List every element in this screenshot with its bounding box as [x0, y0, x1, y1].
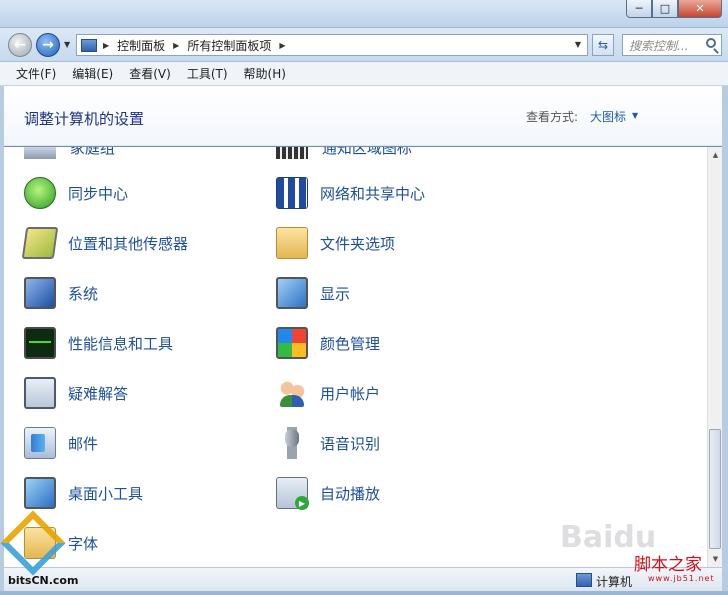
item-sync-center[interactable]: 同步中心 — [24, 175, 128, 211]
item-label: 性能信息和工具 — [68, 334, 174, 353]
item-label: 字体 — [68, 534, 99, 553]
refresh-button[interactable]: ⇆ — [592, 34, 614, 56]
performance-icon — [24, 327, 56, 359]
autoplay-icon — [276, 477, 309, 510]
breadcrumb-control-panel[interactable]: 控制面板 — [117, 37, 165, 54]
window-controls: ─ □ ✕ — [626, 0, 722, 18]
caret-down-icon[interactable]: ▼ — [632, 111, 638, 120]
window-frame-bottom — [0, 591, 728, 595]
item-label: 自动播放 — [320, 484, 381, 503]
item-display[interactable]: 显示 — [276, 275, 350, 311]
microphone-icon — [276, 427, 308, 459]
item-label: 文件夹选项 — [320, 234, 396, 253]
item-label: 系统 — [68, 284, 99, 303]
item-mail[interactable]: 邮件 — [24, 425, 98, 461]
item-label: 显示 — [320, 284, 351, 303]
item-label: 位置和其他传感器 — [68, 234, 189, 253]
item-autoplay[interactable]: 自动播放 — [276, 475, 380, 511]
item-speech-recognition[interactable]: 语音识别 — [276, 425, 380, 461]
forward-button[interactable]: → — [36, 33, 60, 57]
arrow-right-icon: → — [42, 37, 54, 53]
item-network-sharing[interactable]: 网络和共享中心 — [276, 175, 425, 211]
status-bar: 计算机 — [4, 567, 722, 591]
watermark-bitscn: bitsCN.com — [8, 574, 79, 587]
item-homegroup[interactable]: 家庭组 — [24, 147, 115, 159]
network-sharing-icon — [276, 177, 308, 209]
menu-file[interactable]: 文件(F) — [8, 65, 64, 82]
item-label: 桌面小工具 — [68, 484, 144, 503]
color-management-icon — [276, 327, 308, 359]
search-icon[interactable] — [706, 38, 716, 48]
content-header: 调整计算机的设置 查看方式: 大图标 ▼ — [4, 86, 722, 146]
control-panel-items: 家庭组 通知区域图标 同步中心 位置和其他传感器 系统 性能信息和工具 疑难解答… — [4, 147, 707, 567]
view-by-label: 查看方式: — [526, 110, 579, 124]
menu-edit[interactable]: 编辑(E) — [64, 65, 121, 82]
recent-pages-dropdown[interactable]: ▼ — [64, 40, 70, 49]
desktop-gadgets-icon — [24, 477, 56, 509]
watermark-jb51-site: www.jb51.net — [648, 574, 715, 583]
item-label: 网络和共享中心 — [320, 184, 426, 203]
item-desktop-gadgets[interactable]: 桌面小工具 — [24, 475, 143, 511]
sync-center-icon — [24, 177, 56, 209]
menu-tools[interactable]: 工具(T) — [179, 65, 236, 82]
menu-help[interactable]: 帮助(H) — [236, 65, 294, 82]
minimize-button[interactable]: ─ — [626, 0, 652, 18]
system-icon — [24, 277, 56, 309]
item-location-sensors[interactable]: 位置和其他传感器 — [21, 225, 189, 261]
arrow-left-icon: ← — [14, 37, 26, 53]
item-system[interactable]: 系统 — [24, 275, 98, 311]
title-bar: ─ □ ✕ — [0, 0, 728, 28]
address-bar[interactable]: ▶ 控制面板 ▶ 所有控制面板项 ▶ ▼ — [76, 34, 588, 56]
item-user-accounts[interactable]: 用户帐户 — [276, 375, 380, 411]
user-accounts-icon — [276, 377, 308, 409]
item-label: 颜色管理 — [320, 334, 381, 353]
navigation-bar: ← → ▼ ▶ 控制面板 ▶ 所有控制面板项 ▶ ▼ ⇆ 搜索控制... — [0, 28, 728, 62]
close-button[interactable]: ✕ — [678, 0, 722, 18]
location-sensors-icon — [21, 227, 59, 259]
scrollbar-thumb[interactable] — [709, 429, 721, 549]
control-panel-icon — [81, 38, 97, 52]
menu-view[interactable]: 查看(V) — [121, 65, 179, 82]
scroll-up-button[interactable]: ▲ — [708, 147, 723, 163]
item-label: 语音识别 — [320, 434, 381, 453]
troubleshooting-icon — [24, 377, 56, 409]
item-folder-options[interactable]: 文件夹选项 — [276, 225, 395, 261]
view-by-dropdown[interactable]: 大图标 — [590, 108, 626, 125]
item-label: 邮件 — [68, 434, 99, 453]
display-icon — [276, 277, 308, 309]
breadcrumb-all-items[interactable]: 所有控制面板项 — [187, 37, 271, 54]
item-label: 通知区域图标 — [321, 147, 412, 157]
address-dropdown[interactable]: ▼ — [575, 40, 581, 49]
item-label: 用户帐户 — [320, 384, 381, 403]
chevron-right-icon[interactable]: ▶ — [173, 41, 179, 50]
item-notification-icons[interactable]: 通知区域图标 — [276, 147, 412, 159]
notification-area-icon — [276, 147, 308, 159]
back-button[interactable]: ← — [8, 33, 32, 57]
item-label: 疑难解答 — [68, 384, 129, 403]
menu-bar: 文件(F) 编辑(E) 查看(V) 工具(T) 帮助(H) — [0, 62, 728, 86]
scroll-down-button[interactable]: ▼ — [708, 551, 723, 567]
search-placeholder: 搜索控制... — [629, 38, 689, 53]
maximize-button[interactable]: □ — [652, 0, 678, 18]
item-performance[interactable]: 性能信息和工具 — [24, 325, 173, 361]
status-text: 计算机 — [596, 575, 633, 589]
item-color-management[interactable]: 颜色管理 — [276, 325, 380, 361]
refresh-icon: ⇆ — [597, 38, 609, 52]
item-label: 同步中心 — [68, 184, 129, 203]
mail-icon — [24, 427, 56, 459]
item-troubleshooting[interactable]: 疑难解答 — [24, 375, 128, 411]
item-label: 家庭组 — [69, 147, 115, 157]
search-input[interactable]: 搜索控制... — [622, 34, 722, 56]
folder-options-icon — [276, 227, 308, 259]
page-title: 调整计算机的设置 — [24, 110, 145, 128]
chevron-right-icon[interactable]: ▶ — [103, 41, 109, 50]
computer-icon — [576, 573, 592, 587]
homegroup-icon — [24, 147, 56, 159]
vertical-scrollbar[interactable]: ▲ ▼ — [707, 147, 722, 567]
watermark-jb51: 脚本之家 — [634, 555, 702, 575]
chevron-right-icon[interactable]: ▶ — [279, 41, 285, 50]
